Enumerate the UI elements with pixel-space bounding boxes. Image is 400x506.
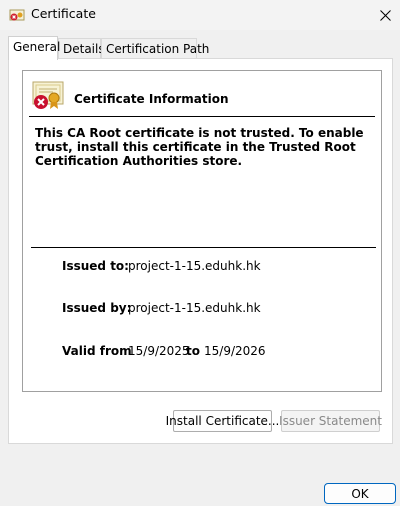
valid-from-label: Valid from (62, 344, 132, 358)
valid-to-value: 15/9/2026 (204, 344, 266, 358)
valid-from-value: 15/9/2025 (128, 344, 190, 358)
trust-warning-text: This CA Root certificate is not trusted.… (35, 126, 364, 168)
window-title: Certificate (31, 6, 96, 21)
issued-by-label: Issued by: (62, 301, 132, 315)
tab-label: Details (63, 42, 105, 56)
issued-to-value: project-1-15.eduhk.hk (128, 259, 261, 273)
certificate-info-box: Certificate Information This CA Root cer… (22, 70, 382, 392)
button-label: Issuer Statement (279, 414, 382, 428)
button-label: Install Certificate... (165, 414, 280, 428)
certificate-icon (9, 9, 25, 21)
valid-to-label: to (186, 344, 200, 358)
issuer-statement-button[interactable]: Issuer Statement (279, 410, 382, 432)
close-button[interactable] (370, 0, 400, 30)
tab-details[interactable]: Details (58, 38, 105, 59)
title-bar: Certificate (0, 0, 400, 30)
close-icon (379, 9, 391, 21)
button-label: OK (351, 486, 369, 501)
divider (29, 116, 375, 117)
info-heading: Certificate Information (74, 92, 229, 106)
divider (31, 247, 376, 248)
ok-button[interactable]: OK (324, 483, 396, 504)
certificate-error-icon (32, 81, 64, 109)
tab-general[interactable]: General (8, 36, 61, 60)
install-certificate-button[interactable]: Install Certificate... (166, 410, 279, 432)
tab-label: Certification Path (106, 42, 210, 56)
issued-by-value: project-1-15.eduhk.hk (128, 301, 261, 315)
tab-label: General (13, 40, 61, 54)
tab-certification-path[interactable]: Certification Path (101, 38, 209, 59)
issued-to-label: Issued to: (62, 259, 129, 273)
